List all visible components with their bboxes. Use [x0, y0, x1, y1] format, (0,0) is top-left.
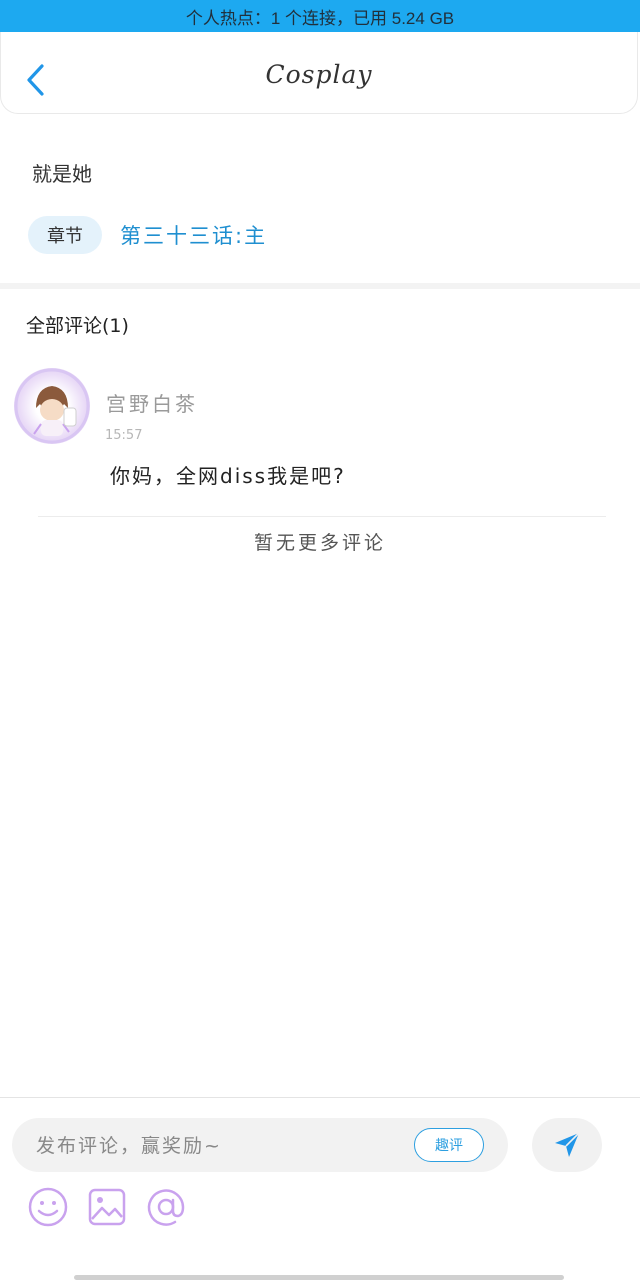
comment-input-wrapper: 趣评	[12, 1118, 508, 1174]
at-icon[interactable]	[145, 1186, 187, 1228]
emoji-icon[interactable]	[27, 1186, 69, 1228]
avatar-image	[14, 368, 90, 444]
image-icon[interactable]	[86, 1186, 128, 1228]
list-divider	[38, 516, 606, 517]
home-indicator	[74, 1275, 564, 1280]
comment-time: 15:57	[105, 428, 143, 443]
avatar[interactable]	[14, 368, 90, 444]
chapter-link[interactable]: 第三十三话:主	[120, 220, 267, 250]
send-button[interactable]	[532, 1118, 602, 1172]
comment-input[interactable]	[34, 1118, 408, 1174]
comments-heading: 全部评论(1)	[26, 315, 129, 337]
section-divider	[0, 283, 640, 289]
top-nav-bar: Cosplay	[0, 32, 638, 114]
chapter-row: 章节 第三十三话:主	[28, 216, 267, 254]
no-more-comments: 暂无更多评论	[253, 532, 386, 554]
chapter-tag: 章节	[28, 216, 102, 254]
funny-comment-button[interactable]: 趣评	[414, 1128, 484, 1162]
status-bar: 个人热点：1 个连接，已用 5.24 GB	[0, 0, 640, 32]
comment-username[interactable]: 宫野白茶	[106, 388, 198, 417]
comment-text[interactable]: 你妈，全网diss我是吧?	[110, 460, 346, 489]
page-title: Cosplay	[265, 60, 373, 89]
comment-composer: 趣评	[0, 1097, 640, 1280]
post-title: 就是她	[32, 162, 92, 186]
send-icon	[555, 1132, 580, 1157]
status-bar-text: 个人热点：1 个连接，已用 5.24 GB	[185, 8, 455, 28]
